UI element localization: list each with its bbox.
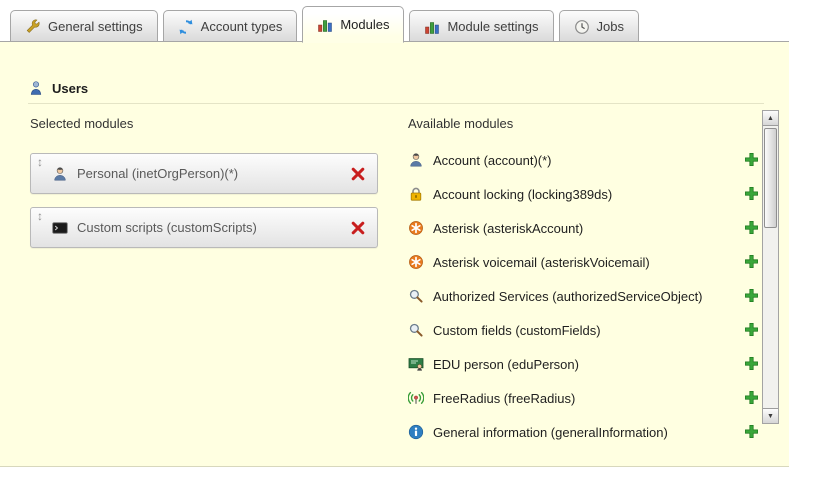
tab-label: Account types (201, 19, 283, 34)
available-module-asterisk: Asterisk (asteriskAccount) (408, 211, 760, 245)
delete-icon (350, 166, 366, 182)
tabs: General settings Account types Modules M… (10, 6, 639, 42)
tab-account-types[interactable]: Account types (163, 10, 298, 42)
add-icon (744, 254, 759, 269)
available-module-asterisk-voicemail: Asterisk voicemail (asteriskVoicemail) (408, 245, 760, 279)
tab-label: General settings (48, 19, 143, 34)
person-icon (52, 166, 68, 182)
available-modules-scrollbar[interactable]: ▲ ▼ (762, 110, 779, 424)
education-icon (408, 356, 424, 372)
wrench-icon (25, 19, 41, 35)
available-module-label: Account (account)(*) (433, 153, 552, 168)
selected-modules-column: Selected modules ↕ Personal (inetOrgPers… (30, 116, 378, 261)
add-module-button[interactable] (744, 424, 760, 440)
tab-label: Jobs (597, 19, 624, 34)
search-icon (408, 288, 424, 304)
available-module-account: Account (account)(*) (408, 143, 760, 177)
tab-modules[interactable]: Modules (302, 6, 404, 43)
search-icon (408, 322, 424, 338)
add-module-button[interactable] (744, 254, 760, 270)
available-module-label: Custom fields (customFields) (433, 323, 601, 338)
available-module-label: Authorized Services (authorizedServiceOb… (433, 289, 703, 304)
module-settings-icon (424, 19, 440, 35)
available-module-edu-person: EDU person (eduPerson) (408, 347, 760, 381)
clock-icon (574, 19, 590, 35)
available-module-freeradius: FreeRadius (freeRadius) (408, 381, 760, 415)
available-module-custom-fields: Custom fields (customFields) (408, 313, 760, 347)
remove-module-button[interactable] (350, 220, 366, 236)
selected-module-label: Personal (inetOrgPerson)(*) (77, 166, 238, 181)
asterisk-icon (408, 254, 424, 270)
add-module-button[interactable] (744, 356, 760, 372)
available-module-account-locking: Account locking (locking389ds) (408, 177, 760, 211)
add-module-button[interactable] (744, 390, 760, 406)
add-module-button[interactable] (744, 152, 760, 168)
tab-bar: General settings Account types Modules M… (0, 0, 789, 42)
available-module-general-information: General information (generalInformation) (408, 415, 760, 449)
section-title-text: Users (52, 81, 88, 96)
scrollbar-thumb[interactable] (764, 128, 777, 228)
info-icon (408, 424, 424, 440)
delete-icon (350, 220, 366, 236)
available-module-label: General information (generalInformation) (433, 425, 668, 440)
section-title-users: Users (28, 80, 764, 104)
selected-modules-heading: Selected modules (30, 116, 378, 131)
add-module-button[interactable] (744, 186, 760, 202)
available-module-label: Account locking (locking389ds) (433, 187, 612, 202)
add-icon (744, 152, 759, 167)
selected-module-personal[interactable]: ↕ Personal (inetOrgPerson)(*) (30, 153, 378, 194)
add-icon (744, 220, 759, 235)
scroll-down-icon[interactable]: ▼ (763, 408, 778, 423)
selected-module-custom-scripts[interactable]: ↕ Custom scripts (customScripts) (30, 207, 378, 248)
modules-icon (317, 17, 333, 33)
person-icon (408, 152, 424, 168)
remove-module-button[interactable] (350, 166, 366, 182)
asterisk-icon (408, 220, 424, 236)
drag-handle-icon[interactable]: ↕ (37, 208, 43, 223)
available-module-label: EDU person (eduPerson) (433, 357, 579, 372)
available-module-label: FreeRadius (freeRadius) (433, 391, 575, 406)
lock-icon (408, 186, 424, 202)
selected-module-label: Custom scripts (customScripts) (77, 220, 257, 235)
antenna-icon (408, 390, 424, 406)
add-icon (744, 424, 759, 439)
tab-label: Modules (340, 17, 389, 32)
lam-config-window: General settings Account types Modules M… (0, 0, 814, 478)
tab-module-settings[interactable]: Module settings (409, 10, 553, 42)
available-module-authorized-services: Authorized Services (authorizedServiceOb… (408, 279, 760, 313)
available-modules-heading: Available modules (408, 116, 760, 131)
users-icon (28, 80, 44, 96)
add-icon (744, 288, 759, 303)
sync-icon (178, 19, 194, 35)
tab-jobs[interactable]: Jobs (559, 10, 639, 42)
scrollbar-track[interactable] (763, 126, 778, 408)
add-icon (744, 186, 759, 201)
scroll-up-icon[interactable]: ▲ (763, 111, 778, 126)
tab-general-settings[interactable]: General settings (10, 10, 158, 42)
add-module-button[interactable] (744, 288, 760, 304)
modules-panel: Users Selected modules ↕ Personal (inetO… (0, 42, 789, 467)
add-icon (744, 390, 759, 405)
terminal-icon (52, 220, 68, 236)
add-icon (744, 322, 759, 337)
available-module-label: Asterisk (asteriskAccount) (433, 221, 583, 236)
add-module-button[interactable] (744, 322, 760, 338)
add-icon (744, 356, 759, 371)
available-module-label: Asterisk voicemail (asteriskVoicemail) (433, 255, 650, 270)
available-modules-column: Available modules Account (account)(*) A… (408, 116, 760, 449)
add-module-button[interactable] (744, 220, 760, 236)
tab-label: Module settings (447, 19, 538, 34)
drag-handle-icon[interactable]: ↕ (37, 154, 43, 169)
